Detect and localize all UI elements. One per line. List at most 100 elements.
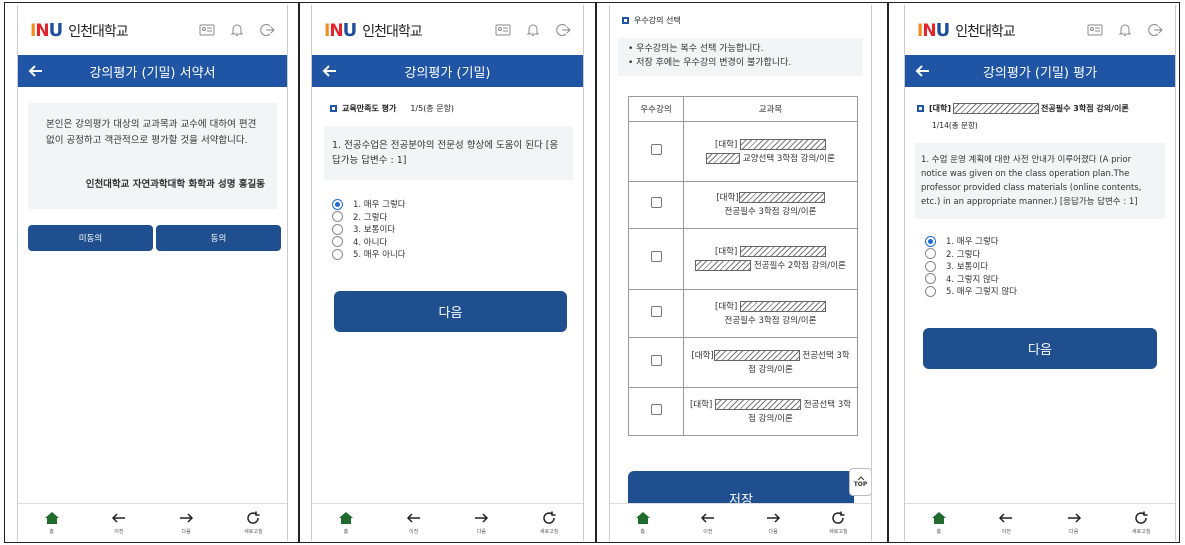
- answer-options: 1. 매우 그렇다 2. 그렇다 3. 보통이다 4. 그렇지 않다 5. 매우…: [925, 235, 1175, 298]
- answer-option[interactable]: 1. 매우 그렇다: [332, 198, 583, 211]
- question-count: 1/14(총 문항): [932, 121, 978, 130]
- screen-best-lecture: 우수강의 선택 • 우수강의는 복수 선택 가능합니다. • 저장 후에는 우수…: [609, 5, 872, 541]
- disagree-button[interactable]: 미동의: [28, 225, 153, 251]
- option-label: 3. 보통이다: [353, 225, 396, 236]
- nav-prev[interactable]: 이전: [394, 510, 434, 535]
- refresh-icon: [1135, 511, 1148, 524]
- nav-next[interactable]: 다음: [461, 510, 501, 535]
- radio-button[interactable]: [925, 248, 936, 260]
- answer-option[interactable]: 5. 매우 아니다: [332, 248, 583, 261]
- nav-refresh[interactable]: 새로고침: [529, 510, 569, 535]
- nav-label: 새로고침: [829, 529, 848, 535]
- nav-refresh[interactable]: 새로고침: [1121, 510, 1161, 535]
- answer-option[interactable]: 2. 그렇다: [925, 248, 1175, 261]
- answer-option[interactable]: 5. 매우 그렇지 않다: [925, 285, 1175, 298]
- id-card-icon[interactable]: [199, 22, 215, 38]
- section-header: [대학] 전공필수 3학점 강의/이론: [905, 87, 1175, 114]
- back-arrow-icon[interactable]: [320, 61, 340, 81]
- answer-option[interactable]: 3. 보통이다: [925, 260, 1175, 273]
- checkbox[interactable]: [650, 403, 662, 415]
- column-header: 우수강의: [628, 96, 684, 122]
- nav-label: 다음: [768, 529, 778, 535]
- nav-next[interactable]: 다음: [166, 510, 206, 535]
- bell-icon[interactable]: [229, 22, 245, 38]
- course-prefix: [대학]: [691, 350, 714, 361]
- title-bar: 강의평가 (기밀): [312, 55, 583, 87]
- nav-home[interactable]: 홈: [623, 510, 663, 535]
- app-header: INU 인천대학교: [905, 5, 1175, 55]
- title-bar: 강의평가 (기밀) 서약서: [18, 55, 287, 87]
- agree-button[interactable]: 동의: [156, 225, 281, 251]
- nav-label: 홈: [343, 529, 349, 535]
- pledge-box: 본인은 강의평가 대상의 교과목과 교수에 대하여 편견없이 공정하고 객관적으…: [28, 103, 277, 209]
- home-icon: [338, 512, 353, 524]
- question-count: 1/5(총 문항): [410, 104, 455, 113]
- radio-button[interactable]: [332, 236, 343, 248]
- back-arrow-icon[interactable]: [26, 61, 46, 81]
- checkbox[interactable]: [650, 197, 662, 208]
- logout-icon[interactable]: [259, 22, 275, 38]
- inu-logo[interactable]: INU 인천대학교: [917, 20, 1016, 41]
- radio-button[interactable]: [925, 260, 936, 272]
- radio-button[interactable]: [332, 223, 343, 235]
- course-suffix: 전공필수 3학점 강의/이론: [724, 315, 817, 326]
- answer-option[interactable]: 1. 매우 그렇다: [925, 235, 1175, 248]
- screen-pledge: INU 인천대학교 강의평가 (기밀) 서약서 본인은 강의평가 대상의 교과목…: [17, 5, 288, 541]
- radio-button[interactable]: [332, 248, 343, 260]
- bottom-nav: 홈 이전 다음 새로고침: [610, 503, 871, 541]
- bell-icon[interactable]: [525, 22, 541, 38]
- next-button[interactable]: 다음: [334, 290, 567, 332]
- answer-option[interactable]: 4. 그렇지 않다: [925, 273, 1175, 286]
- course-prefix: [대학]: [690, 399, 713, 410]
- inu-logo[interactable]: INU 인천대학교: [30, 20, 129, 41]
- divider: [887, 2, 889, 543]
- nav-label: 이전: [114, 529, 124, 535]
- checkbox[interactable]: [650, 251, 662, 262]
- checkbox[interactable]: [650, 354, 662, 366]
- nav-home[interactable]: 홈: [326, 510, 366, 535]
- radio-button[interactable]: [925, 235, 936, 247]
- radio-button[interactable]: [925, 273, 936, 285]
- arrow-right-icon: [767, 513, 781, 523]
- course-suffix: 전공필수 2학점 강의/이론: [753, 261, 846, 271]
- course-cell: [대학] 전공필수 2학점 강의/이론: [683, 228, 858, 290]
- nav-refresh[interactable]: 새로고침: [233, 510, 273, 535]
- radio-button[interactable]: [332, 211, 343, 223]
- nav-prev[interactable]: 이전: [99, 510, 139, 535]
- scroll-top-button[interactable]: TOP: [849, 468, 871, 496]
- checkbox[interactable]: [650, 305, 662, 317]
- redacted-block: [739, 300, 826, 312]
- inu-logo[interactable]: INU 인천대학교: [324, 20, 423, 41]
- radio-button[interactable]: [925, 285, 936, 297]
- nav-next[interactable]: 다음: [753, 510, 793, 535]
- arrow-left-icon: [700, 513, 714, 523]
- nav-home[interactable]: 홈: [32, 510, 72, 535]
- answer-option[interactable]: 4. 아니다: [332, 236, 583, 249]
- id-card-icon[interactable]: [1087, 22, 1103, 38]
- answer-option[interactable]: 3. 보통이다: [332, 223, 583, 236]
- radio-button[interactable]: [332, 198, 343, 210]
- nav-prev[interactable]: 이전: [688, 510, 728, 535]
- redacted-block: [739, 246, 826, 257]
- answer-option[interactable]: 2. 그렇다: [332, 211, 583, 224]
- bell-icon[interactable]: [1117, 22, 1133, 38]
- section-marker-icon: [622, 17, 629, 24]
- option-label: 4. 아니다: [353, 237, 388, 248]
- next-button[interactable]: 다음: [923, 327, 1157, 369]
- id-card-icon[interactable]: [495, 22, 511, 38]
- option-label: 1. 매우 그렇다: [353, 200, 406, 211]
- nav-refresh[interactable]: 새로고침: [818, 510, 858, 535]
- nav-next[interactable]: 다음: [1054, 510, 1094, 535]
- pledge-text: 본인은 강의평가 대상의 교과목과 교수에 대하여 편견없이 공정하고 객관적으…: [46, 119, 257, 146]
- nav-prev[interactable]: 이전: [986, 510, 1026, 535]
- logout-icon[interactable]: [1147, 22, 1163, 38]
- notice-line: • 우수강의는 복수 선택 가능합니다.: [628, 44, 764, 54]
- checkbox[interactable]: [650, 143, 662, 155]
- course-suffix: 전공필수 3학점 강의/이론: [1041, 104, 1129, 113]
- logout-icon[interactable]: [555, 22, 571, 38]
- section-marker-icon: [330, 105, 337, 112]
- nav-home[interactable]: 홈: [919, 510, 959, 535]
- arrow-right-icon: [180, 513, 194, 523]
- screen-evaluation: INU 인천대학교 강의평가 (기밀) 교육만족도 평가 1/5(총 문항) 1…: [311, 5, 584, 541]
- back-arrow-icon[interactable]: [913, 61, 933, 81]
